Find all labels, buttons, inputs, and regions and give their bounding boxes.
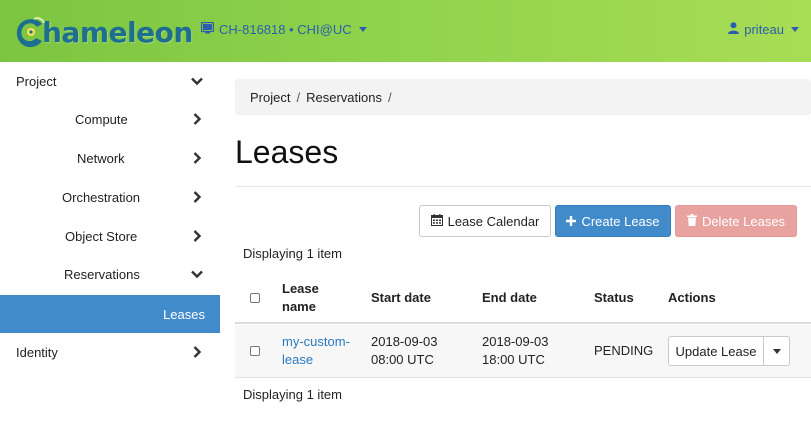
lease-calendar-button[interactable]: Lease Calendar [419, 205, 551, 237]
item-count-bottom: Displaying 1 item [243, 387, 342, 402]
status-cell: PENDING [594, 343, 654, 358]
item-count-top: Displaying 1 item [243, 246, 342, 261]
breadcrumb-separator: / [296, 89, 301, 105]
page-title: Leases [235, 134, 339, 170]
chameleon-logo-icon [14, 15, 48, 49]
sidebar-item-label: Orchestration [62, 189, 141, 205]
caret-down-icon [772, 348, 781, 354]
user-name: priteau [744, 22, 784, 37]
chevron-down-icon [191, 77, 203, 86]
chameleon-logo[interactable]: hameleon [14, 13, 193, 51]
top-navbar: hameleon CH-816818 • CHI@UC priteau [0, 0, 811, 62]
table-header: Lease name Start date End date Status Ac… [235, 270, 811, 324]
select-all-checkbox[interactable] [250, 293, 260, 303]
sidebar-item-orchestration[interactable]: Orchestration [0, 178, 220, 216]
row-checkbox[interactable] [250, 346, 260, 356]
calendar-icon [430, 213, 443, 229]
lease-name-line: my-custom- [282, 334, 350, 349]
start-date-cell: 2018-09-03 08:00 UTC [371, 333, 438, 369]
lease-calendar-label: Lease Calendar [447, 213, 540, 229]
sidebar-item-reservations[interactable]: Reservations [0, 255, 220, 293]
sidebar-item-label: Object Store [65, 228, 138, 244]
column-header-status[interactable]: Status [594, 289, 634, 307]
sidebar-item-label: Reservations [64, 266, 140, 282]
breadcrumb-item-reservations[interactable]: Reservations [306, 90, 382, 105]
lease-name-link[interactable]: my-custom- lease [282, 333, 350, 369]
plus-icon [566, 214, 577, 229]
actions-dropdown-toggle[interactable] [764, 336, 790, 366]
column-header-actions: Actions [668, 290, 716, 305]
sidebar-item-network[interactable]: Network [0, 139, 220, 177]
chevron-right-icon [193, 230, 202, 242]
sidebar-item-label: Identity [16, 344, 58, 360]
sidebar-item-label: Leases [163, 306, 205, 322]
column-header-lease-name[interactable]: Lease name [282, 280, 342, 316]
project-switcher-label: CH-816818 • CHI@UC [219, 22, 352, 37]
sidebar: Project Compute Network Orchestration Ob… [0, 62, 220, 430]
create-lease-button[interactable]: Create Lease [555, 205, 671, 237]
end-date-cell: 2018-09-03 18:00 UTC [482, 333, 549, 369]
user-menu[interactable]: priteau [728, 22, 799, 37]
logo-text: hameleon [42, 15, 193, 49]
sidebar-item-identity[interactable]: Identity [0, 333, 220, 371]
create-lease-label: Create Lease [581, 213, 660, 229]
column-header-end-date[interactable]: End date [482, 289, 537, 307]
sidebar-item-project[interactable]: Project [0, 62, 220, 100]
chevron-right-icon [193, 191, 202, 203]
sidebar-item-label: Compute [75, 111, 128, 127]
user-icon [728, 22, 740, 37]
start-time: 08:00 UTC [371, 352, 434, 367]
sidebar-item-label: Network [77, 150, 125, 166]
sidebar-item-compute[interactable]: Compute [0, 100, 220, 138]
divider [235, 186, 811, 187]
caret-down-icon [791, 27, 799, 32]
breadcrumb-separator: / [387, 89, 392, 105]
column-header-start-date[interactable]: Start date [371, 289, 431, 307]
sidebar-item-leases[interactable]: Leases [0, 295, 220, 333]
caret-down-icon [358, 27, 367, 32]
project-switcher[interactable]: CH-816818 • CHI@UC [200, 21, 367, 37]
chevron-right-icon [193, 346, 202, 358]
delete-leases-button[interactable]: Delete Leases [675, 205, 797, 237]
sidebar-item-label: Project [16, 73, 57, 89]
trash-icon [686, 213, 697, 229]
server-icon [200, 21, 215, 37]
breadcrumb-item-project[interactable]: Project [250, 90, 290, 105]
update-lease-button[interactable]: Update Lease [668, 336, 764, 366]
sidebar-item-object-store[interactable]: Object Store [0, 217, 220, 255]
chevron-right-icon [193, 152, 202, 164]
chevron-right-icon [193, 113, 202, 125]
lease-name-line: lease [282, 352, 314, 367]
breadcrumb: Project / Reservations / [235, 79, 811, 115]
end-date: 2018-09-03 [482, 334, 549, 349]
delete-leases-label: Delete Leases [701, 213, 786, 229]
row-actions: Update Lease [668, 336, 790, 366]
end-time: 18:00 UTC [482, 352, 545, 367]
start-date: 2018-09-03 [371, 334, 438, 349]
chevron-down-icon [191, 270, 203, 279]
